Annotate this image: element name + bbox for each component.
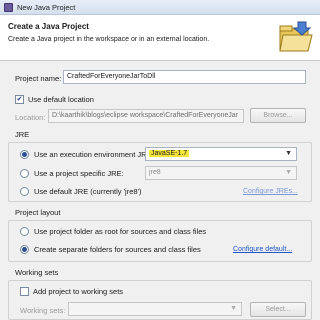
location-label: Location: xyxy=(15,113,46,122)
jre-option-execution-env[interactable]: Use an execution environment JRE: xyxy=(20,150,154,159)
working-sets-select[interactable]: ▼ xyxy=(68,302,242,316)
layout-option-root[interactable]: Use project folder as root for sources a… xyxy=(20,227,206,236)
chevron-down-icon: ▼ xyxy=(230,305,237,312)
folder-icon xyxy=(279,21,313,52)
select-working-sets-button[interactable]: Select... xyxy=(250,302,306,317)
eclipse-app-icon xyxy=(4,3,13,12)
jre-option-project-specific[interactable]: Use a project specific JRE: xyxy=(20,169,124,178)
configure-default-link[interactable]: Configure default... xyxy=(233,246,292,253)
use-default-location-label: Use default location xyxy=(28,95,94,104)
project-specific-label: Use a project specific JRE: xyxy=(34,169,124,178)
location-input[interactable]: D:\kaarthik\blogs\eclipse workspace\Craf… xyxy=(48,109,244,123)
project-name-label: Project name: xyxy=(15,74,62,83)
project-specific-select[interactable]: jre8 ▼ xyxy=(145,166,297,180)
wizard-description: Create a Java project in the workspace o… xyxy=(8,36,210,43)
window-title: New Java Project xyxy=(17,3,76,12)
add-working-sets-label: Add project to working sets xyxy=(33,287,124,296)
add-working-sets-row[interactable]: Add project to working sets xyxy=(20,287,123,296)
project-name-input[interactable]: CraftedForEveryoneJarToDll xyxy=(63,70,306,84)
layout-root-label: Use project folder as root for sources a… xyxy=(34,227,207,236)
title-bar: New Java Project xyxy=(0,0,320,15)
working-sets-group-title: Working sets xyxy=(15,268,59,277)
default-jre-label: Use default JRE (currently 'jre8') xyxy=(34,187,142,196)
execution-env-value: JavaSE-1.7 xyxy=(149,150,190,157)
wizard-content: Project name: CraftedForEveryoneJarToDll… xyxy=(0,62,320,320)
execution-env-radio[interactable] xyxy=(20,150,29,159)
execution-env-label: Use an execution environment JRE: xyxy=(34,150,154,159)
layout-separate-radio[interactable] xyxy=(20,245,29,254)
layout-root-radio[interactable] xyxy=(20,227,29,236)
execution-env-select[interactable]: JavaSE-1.7 ▼ xyxy=(145,147,297,161)
default-jre-radio[interactable] xyxy=(20,187,29,196)
use-default-location-row[interactable]: ✔ Use default location xyxy=(15,95,94,104)
layout-option-separate[interactable]: Create separate folders for sources and … xyxy=(20,245,201,254)
chevron-down-icon: ▼ xyxy=(285,150,292,157)
project-specific-radio[interactable] xyxy=(20,169,29,178)
chevron-down-icon: ▼ xyxy=(285,169,292,176)
jre-option-default[interactable]: Use default JRE (currently 'jre8') xyxy=(20,187,141,196)
use-default-location-checkbox[interactable]: ✔ xyxy=(15,95,24,104)
layout-separate-label: Create separate folders for sources and … xyxy=(34,245,201,254)
add-working-sets-checkbox[interactable] xyxy=(20,287,29,296)
working-sets-label: Working sets: xyxy=(20,306,66,315)
wizard-banner: Create a Java Project Create a Java proj… xyxy=(0,15,320,61)
wizard-heading: Create a Java Project xyxy=(8,22,89,31)
project-specific-value: jre8 xyxy=(149,169,161,176)
configure-jres-link[interactable]: Configure JREs... xyxy=(243,188,298,195)
browse-button[interactable]: Browse... xyxy=(250,108,306,123)
project-layout-group-title: Project layout xyxy=(15,208,61,217)
jre-group-title: JRE xyxy=(15,130,30,139)
